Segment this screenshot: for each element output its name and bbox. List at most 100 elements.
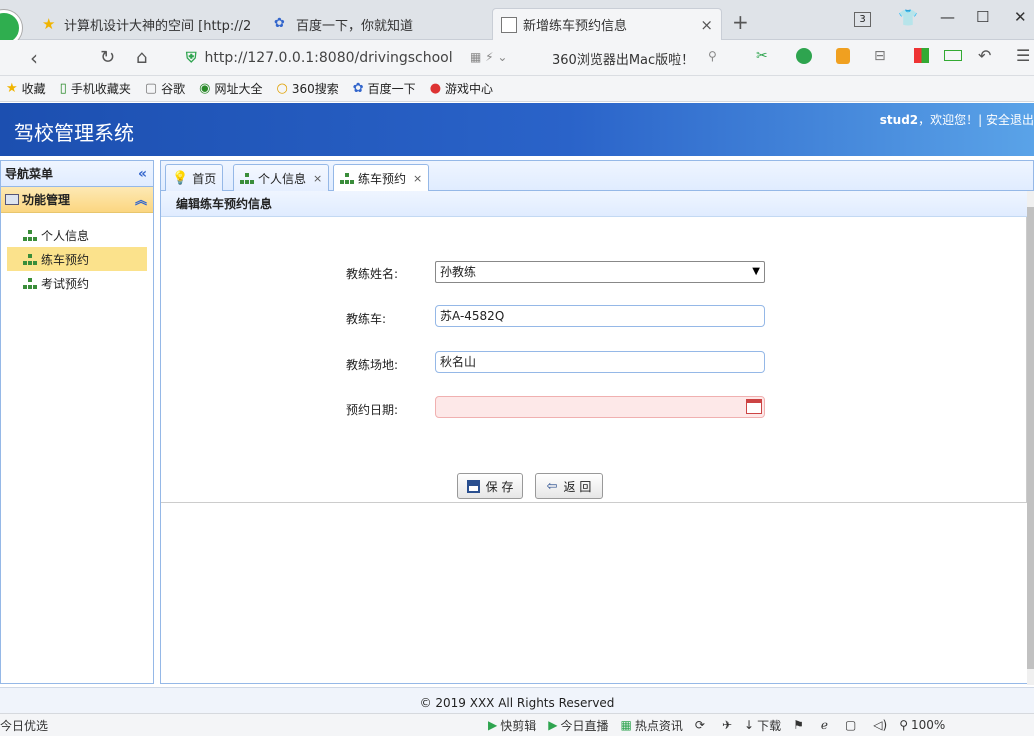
status-label: 快剪辑 (500, 718, 537, 733)
new-tab-button[interactable]: + (732, 10, 749, 34)
minimize-button[interactable]: — (940, 8, 955, 26)
nav-title: 导航菜单 (5, 167, 54, 181)
bookmark-label: 网址大全 (214, 82, 263, 96)
status-picks[interactable]: 今日优选 (0, 717, 48, 734)
live-icon: ▶ (548, 718, 558, 732)
zoom-level: 100% (911, 718, 946, 732)
page-icon (501, 16, 517, 33)
close-icon[interactable]: × (313, 172, 322, 185)
back-button[interactable]: ⇦ 返 回 (535, 473, 603, 499)
status-download[interactable]: ↓ 下载 (744, 717, 781, 734)
battery-icon[interactable] (944, 50, 962, 61)
user-info: stud2，欢迎您！| 安全退出 (880, 111, 1034, 128)
tree-icon (240, 172, 254, 184)
paw-icon: ✿ (274, 16, 285, 31)
coach-car-input[interactable]: 苏A-4582Q (435, 305, 765, 327)
calendar-icon[interactable] (746, 399, 762, 414)
back-arrow-icon: ⇦ (546, 478, 558, 494)
reload-icon[interactable]: ↻ (100, 47, 115, 68)
status-tools[interactable]: ⟳ ✈ (695, 718, 732, 732)
tab-practice[interactable]: 练车预约 × (333, 164, 430, 192)
translate-icon[interactable] (796, 48, 812, 64)
download-icon: ↓ (744, 718, 755, 732)
close-tab-icon[interactable]: × (700, 16, 713, 34)
back-icon[interactable]: ‹ (30, 46, 38, 70)
bookmark-label: 360搜索 (291, 82, 339, 96)
sidebar-item-label: 考试预约 (41, 276, 90, 291)
status-label: 今日优选 (0, 718, 49, 733)
sidebar-item-exam[interactable]: 考试预约 (1, 271, 153, 295)
bookmark-baidu[interactable]: ✿ 百度一下 (353, 80, 416, 97)
form-panel: 编辑练车预约信息 教练姓名: 孙教练 ▼ 教练车: 苏A-4582Q 教练场地:… (161, 191, 1027, 503)
status-clip[interactable]: ▶ 快剪辑 (488, 717, 536, 734)
search-promo[interactable]: 360浏览器出Mac版啦！ (552, 49, 694, 68)
bookmark-360[interactable]: ○ 360搜索 (277, 80, 339, 97)
sidebar-item-practice[interactable]: 练车预约 (7, 247, 147, 271)
tree-icon (23, 277, 37, 289)
folder-icon (5, 194, 19, 205)
tab-profile[interactable]: 个人信息 × (233, 164, 330, 191)
bookmark-games[interactable]: ● 游戏中心 (430, 80, 493, 97)
close-icon[interactable]: × (413, 172, 422, 185)
bulb-icon: 💡 (172, 170, 189, 186)
back-label: 返 回 (563, 479, 592, 494)
status-misc[interactable]: ⚑ ℯ ▢ ◁) (793, 718, 887, 732)
menu-icon[interactable]: ☰ (1016, 46, 1030, 65)
browser-tab-3-title: 新增练车预约信息 (523, 19, 628, 34)
sidebar-item-profile[interactable]: 个人信息 (1, 223, 153, 247)
pin-icon: ✈ (721, 718, 732, 732)
bookmark-label: 谷歌 (161, 82, 186, 96)
bookmark-mobile[interactable]: ▯ 手机收藏夹 (60, 80, 131, 97)
status-news[interactable]: ▦ 热点资讯 (621, 717, 683, 734)
app-title: 驾校管理系统 (14, 121, 134, 145)
coach-name-select[interactable]: 孙教练 ▼ (435, 261, 765, 283)
circle-icon: ○ (276, 81, 288, 96)
sound-icon: ◁) (873, 718, 888, 732)
tab-label: 个人信息 (258, 171, 307, 186)
group-toggle-icon[interactable]: ︽ (135, 191, 147, 208)
browser-tab-2[interactable]: ✿ 百度一下，你就知道 (266, 8, 488, 40)
browser-tab-1-title: 计算机设计大神的空间 [http://2 (64, 18, 252, 34)
scrollbar-thumb[interactable] (1027, 207, 1034, 669)
save-label: 保 存 (485, 479, 514, 494)
browser-tab-3[interactable]: 新增练车预约信息 × (492, 8, 722, 40)
star-icon: ★ (6, 81, 18, 96)
url-text[interactable]: http://127.0.0.1:8080/drivingschool (205, 50, 453, 66)
status-live[interactable]: ▶ 今日直播 (548, 717, 608, 734)
qr-icon[interactable]: ▦ ⚡ ⌄ (470, 50, 507, 64)
coach-name-label: 教练姓名: (346, 267, 399, 281)
undo-icon[interactable]: ↶ (978, 46, 991, 65)
nav-group-header[interactable]: 功能管理 ︽ (1, 187, 153, 213)
collapse-icon[interactable]: « (138, 166, 147, 182)
window-icon: ▢ (844, 718, 857, 732)
bookmark-favorites[interactable]: ★ 收藏 (6, 80, 46, 97)
logout-link[interactable]: ，欢迎您！| 安全退出 (918, 113, 1034, 127)
home-icon[interactable]: ⌂ (136, 47, 147, 68)
shield-app-icon[interactable] (836, 48, 850, 64)
practice-site-input[interactable]: 秋名山 (435, 351, 765, 373)
shirt-icon[interactable]: 👕 (898, 8, 918, 27)
refresh-icon: ⟳ (694, 718, 705, 732)
close-window-button[interactable]: ✕ (1014, 8, 1027, 26)
browser-tab-1[interactable]: ★ 计算机设计大神的空间 [http://2 (34, 8, 262, 40)
dropdown-arrow-icon[interactable]: ▼ (752, 262, 760, 282)
bookmark-label: 百度一下 (367, 82, 416, 96)
tab-home[interactable]: 💡 首页 (165, 164, 224, 191)
practice-site-label: 教练场地: (346, 358, 399, 372)
sidebar-item-label: 个人信息 (41, 228, 90, 243)
maximize-button[interactable]: ☐ (976, 8, 989, 26)
apps-icon[interactable] (914, 48, 929, 63)
bookmark-google[interactable]: ▢ 谷歌 (145, 80, 185, 97)
shield-icon: ⛨ (186, 50, 197, 66)
play-icon: ▶ (488, 718, 498, 732)
game-icon[interactable]: ⊟ (874, 48, 886, 64)
scissors-icon[interactable]: ✂ (756, 48, 768, 64)
zoom-control[interactable]: ⚲ 100% (899, 718, 945, 732)
floppy-icon (466, 479, 480, 493)
search-icon[interactable]: ⚲ (708, 49, 717, 63)
browser-tab-2-title: 百度一下，你就知道 (296, 18, 414, 34)
save-button[interactable]: 保 存 (457, 473, 523, 499)
booking-date-input[interactable] (435, 396, 765, 418)
bookmark-hao[interactable]: ◉ 网址大全 (199, 80, 262, 97)
tab-count-badge[interactable]: 3 (854, 12, 871, 27)
